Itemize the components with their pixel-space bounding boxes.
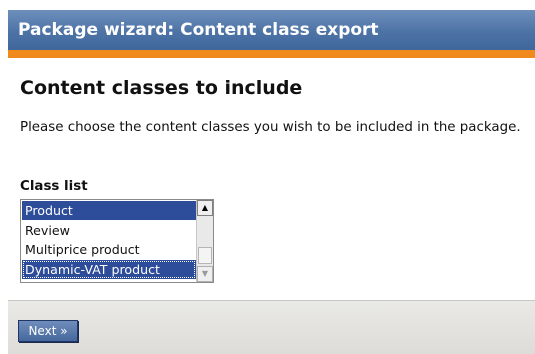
- scroll-down-button[interactable]: ▼: [197, 266, 213, 282]
- class-list-scrollbar[interactable]: ▲ ▼: [196, 200, 213, 282]
- wizard-content: Content classes to include Please choose…: [8, 58, 535, 300]
- page-heading: Content classes to include: [20, 77, 303, 99]
- class-list-options: Product Review Multiprice product Dynami…: [21, 200, 197, 282]
- class-list-label: Class list: [20, 179, 88, 194]
- header-accent-bar: [8, 50, 535, 58]
- instructions-text: Please choose the content classes you wi…: [20, 120, 521, 135]
- class-option-review[interactable]: Review: [22, 221, 196, 240]
- triangle-down-icon: ▼: [201, 269, 209, 278]
- package-wizard-window: Package wizard: Content class export Con…: [0, 0, 535, 354]
- wizard-title: Package wizard: Content class export: [18, 20, 379, 40]
- class-option-dynamic-vat-product[interactable]: Dynamic-VAT product: [22, 260, 196, 279]
- scroll-up-button[interactable]: ▲: [197, 200, 213, 216]
- class-option-multiprice-product[interactable]: Multiprice product: [22, 240, 196, 259]
- next-button[interactable]: Next »: [18, 320, 78, 342]
- wizard-header: Package wizard: Content class export: [8, 10, 535, 50]
- triangle-up-icon: ▲: [201, 203, 209, 212]
- class-list-select[interactable]: Product Review Multiprice product Dynami…: [20, 199, 214, 283]
- scrollbar-thumb[interactable]: [198, 247, 212, 264]
- class-option-product[interactable]: Product: [22, 201, 196, 220]
- wizard-footer: Next »: [8, 300, 535, 354]
